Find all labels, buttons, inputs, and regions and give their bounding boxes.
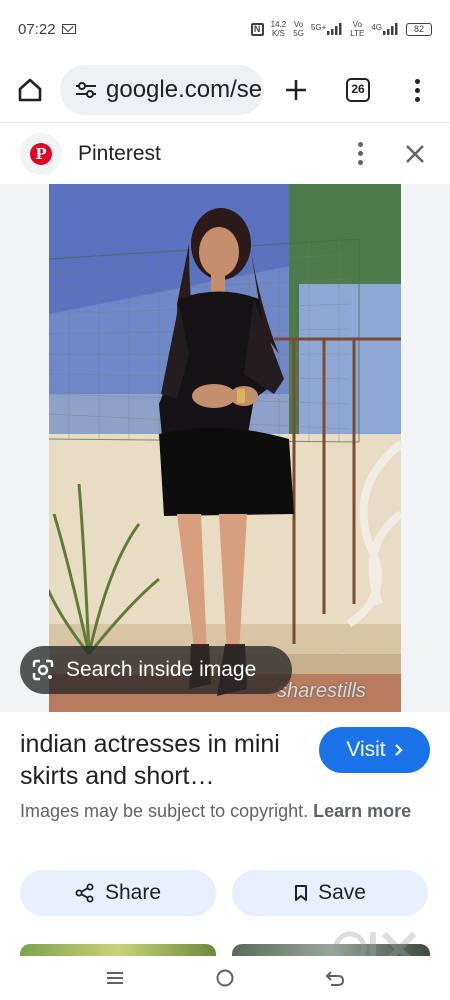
share-label: Share: [104, 881, 162, 904]
pinterest-logo-icon: P: [20, 132, 62, 175]
share-icon: [75, 883, 94, 903]
copyright-notice: Images may be subject to copyright. Lear…: [20, 798, 420, 825]
visit-label: Visit: [346, 738, 386, 761]
status-time: 07:22: [18, 20, 56, 38]
sim2-volte: Vo LTE: [350, 20, 365, 38]
learn-more-link[interactable]: Learn more: [313, 801, 411, 821]
chevron-right-icon: [394, 744, 403, 756]
site-settings-icon[interactable]: [74, 80, 98, 100]
result-image[interactable]: sharestills: [49, 184, 401, 712]
bookmark-icon: [295, 885, 308, 901]
home-icon: [18, 78, 42, 102]
close-button[interactable]: [380, 123, 450, 185]
network-speed: 14.2 K/S: [270, 20, 287, 38]
new-tab-button[interactable]: [264, 58, 328, 122]
visit-button[interactable]: Visit: [319, 727, 430, 773]
image-watermark: sharestills: [277, 680, 366, 702]
tab-switcher-button[interactable]: 26: [328, 58, 388, 122]
battery-icon: 82: [406, 22, 432, 36]
copyright-text: Images may be subject to copyright.: [20, 801, 309, 821]
source-more-button[interactable]: [340, 142, 380, 165]
save-button[interactable]: Save: [232, 870, 428, 916]
home-nav-icon[interactable]: [215, 968, 235, 988]
status-indicators: N 14.2 K/S Vo 5G 5G+ Vo LTE 4G 82: [250, 20, 432, 38]
save-label: Save: [318, 881, 366, 904]
related-image-1[interactable]: [20, 944, 216, 956]
address-bar[interactable]: google.com/se: [60, 65, 264, 115]
home-button[interactable]: [0, 58, 60, 122]
more-vert-icon: [414, 78, 420, 102]
search-inside-image-button[interactable]: Search inside image: [20, 646, 292, 694]
result-title[interactable]: indian actresses in mini skirts and shor…: [20, 728, 305, 792]
browser-toolbar: google.com/se 26: [0, 58, 450, 122]
mail-icon: [61, 24, 76, 34]
url-text[interactable]: google.com/se: [106, 76, 262, 104]
close-icon: [406, 144, 424, 163]
system-nav-bar: [0, 956, 450, 1000]
recent-apps-icon[interactable]: [105, 970, 125, 986]
more-vert-icon: [357, 142, 363, 165]
nfc-icon: N: [250, 22, 264, 36]
plus-icon: [286, 80, 306, 100]
image-preview-area: sharestills: [0, 184, 450, 712]
source-name[interactable]: Pinterest: [78, 142, 161, 166]
status-bar: 07:22 N 14.2 K/S Vo 5G 5G+ Vo LTE 4G 82: [0, 0, 450, 58]
google-lens-icon: [32, 659, 54, 681]
share-button[interactable]: Share: [20, 870, 216, 916]
sim1-volte: Vo 5G: [293, 20, 304, 38]
sim2-signal-icon: 4G: [371, 23, 399, 35]
back-icon[interactable]: [325, 969, 345, 987]
source-header: P Pinterest: [0, 122, 450, 184]
tab-count: 26: [346, 78, 370, 102]
browser-menu-button[interactable]: [388, 58, 446, 122]
sim1-signal-icon: 5G+: [311, 23, 343, 35]
search-inside-image-label: Search inside image: [66, 658, 257, 681]
